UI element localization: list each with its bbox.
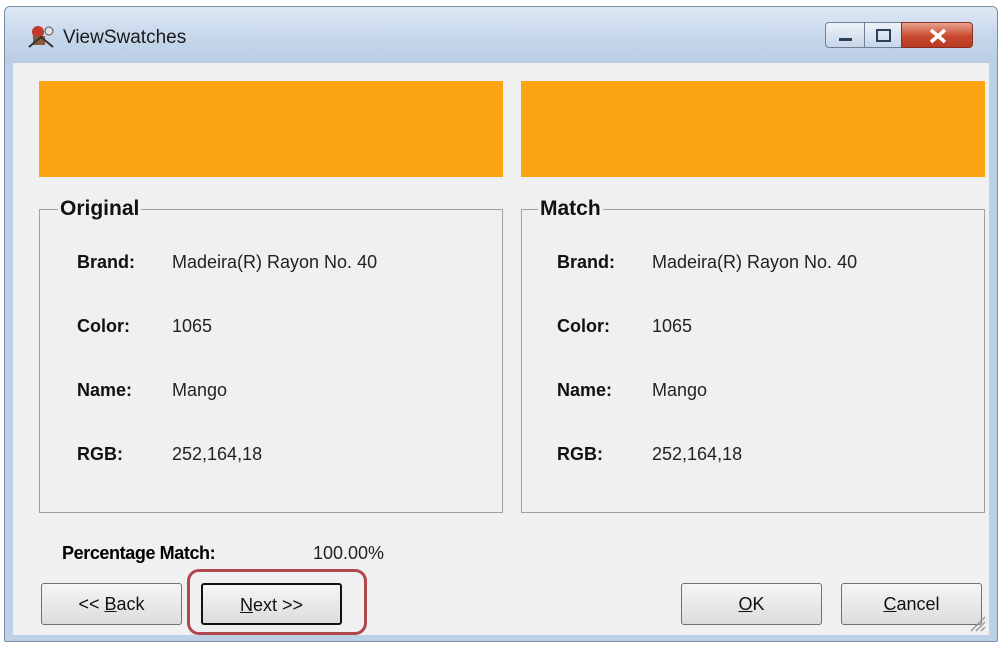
close-icon <box>929 28 947 44</box>
match-color-label: Color: <box>557 316 610 336</box>
cancel-label-rest: ancel <box>896 594 940 614</box>
original-color-label: Color: <box>77 316 130 336</box>
percentage-match-value: 100.00% <box>313 543 385 563</box>
original-color-value: 1065 <box>172 316 213 336</box>
original-rgb-label: RGB: <box>77 444 123 464</box>
match-rgb-value: 252,164,18 <box>652 444 743 464</box>
original-group: Original Brand: Madeira(R) Rayon No. 40 … <box>39 197 503 513</box>
match-group: Match Brand: Madeira(R) Rayon No. 40 Col… <box>521 197 985 513</box>
dialog-client-area: Original Brand: Madeira(R) Rayon No. 40 … <box>13 63 989 635</box>
match-brand-label: Brand: <box>557 252 615 272</box>
window-title: ViewSwatches <box>63 27 187 48</box>
original-swatch <box>39 81 503 177</box>
original-heading: Original <box>58 197 142 221</box>
next-button-highlight <box>187 569 367 635</box>
back-button[interactable]: << Back <box>41 583 182 625</box>
title-bar[interactable]: ViewSwatches <box>5 7 997 63</box>
ok-button[interactable]: OK <box>681 583 822 625</box>
cancel-button[interactable]: Cancel <box>841 583 982 625</box>
back-prefix: << <box>78 594 105 614</box>
dialog-window: ViewSwatches Original Brand: Madeira(R) … <box>4 6 998 642</box>
original-brand-label: Brand: <box>77 252 135 272</box>
match-color-value: 1065 <box>652 316 693 336</box>
percentage-match-label: Percentage Match: <box>62 543 216 563</box>
match-brand-value: Madeira(R) Rayon No. 40 <box>652 252 858 272</box>
maximize-icon <box>876 29 891 42</box>
original-name-label: Name: <box>77 380 133 400</box>
close-button[interactable] <box>901 22 973 48</box>
match-swatch <box>521 81 985 177</box>
match-rgb-label: RGB: <box>557 444 603 464</box>
back-accelerator: B <box>104 594 117 614</box>
cancel-accelerator: C <box>883 594 897 614</box>
match-name-label: Name: <box>557 380 613 400</box>
match-name-value: Mango <box>652 380 708 400</box>
thread-spool-icon <box>28 26 54 48</box>
minimize-button[interactable] <box>825 22 865 48</box>
minimize-icon <box>839 38 852 41</box>
match-heading: Match <box>538 197 603 221</box>
original-name-value: Mango <box>172 380 228 400</box>
ok-label-rest: K <box>752 594 765 614</box>
back-label-rest: ack <box>116 594 145 614</box>
ok-accelerator: O <box>738 594 753 614</box>
original-rgb-value: 252,164,18 <box>172 444 263 464</box>
maximize-button[interactable] <box>864 22 902 48</box>
original-brand-value: Madeira(R) Rayon No. 40 <box>172 252 378 272</box>
resize-grip-icon[interactable] <box>965 611 987 633</box>
